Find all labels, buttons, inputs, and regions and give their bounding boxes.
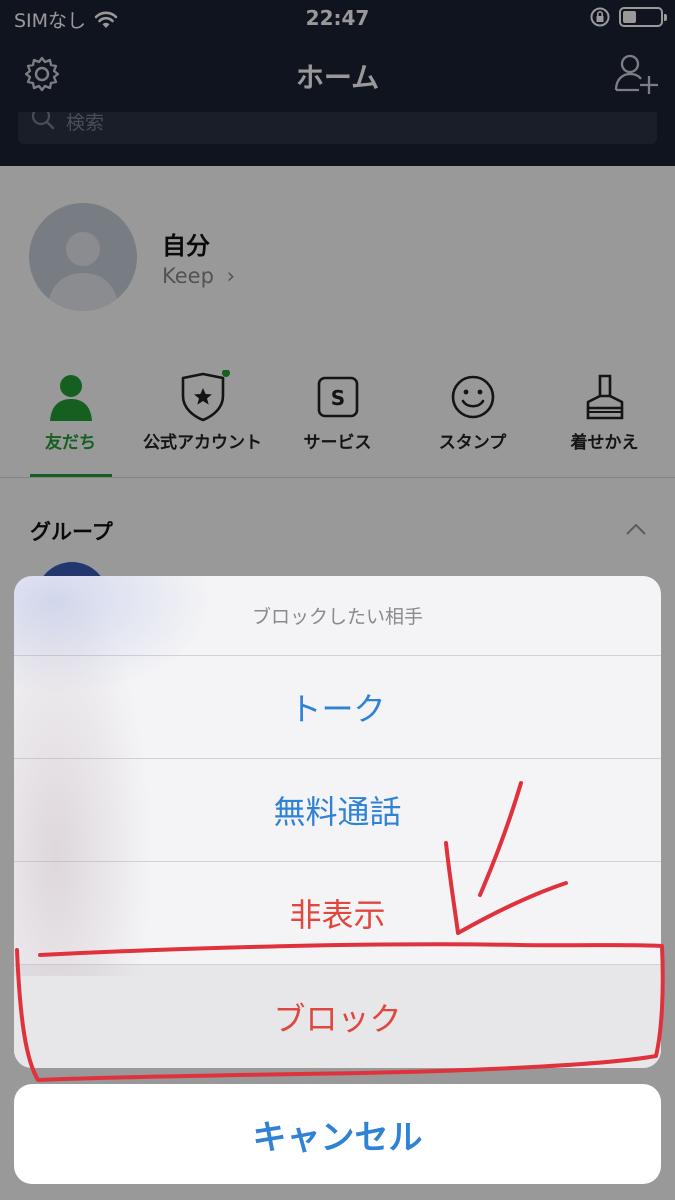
block-button[interactable]: ブロック bbox=[14, 965, 661, 1068]
action-sheet: ブロックしたい相手 トーク 無料通話 非表示 ブロック bbox=[14, 576, 661, 1068]
free-call-button[interactable]: 無料通話 bbox=[14, 759, 661, 862]
talk-button[interactable]: トーク bbox=[14, 656, 661, 759]
action-sheet-title: ブロックしたい相手 bbox=[14, 576, 661, 656]
cancel-button[interactable]: キャンセル bbox=[14, 1084, 661, 1184]
hide-button[interactable]: 非表示 bbox=[14, 862, 661, 965]
